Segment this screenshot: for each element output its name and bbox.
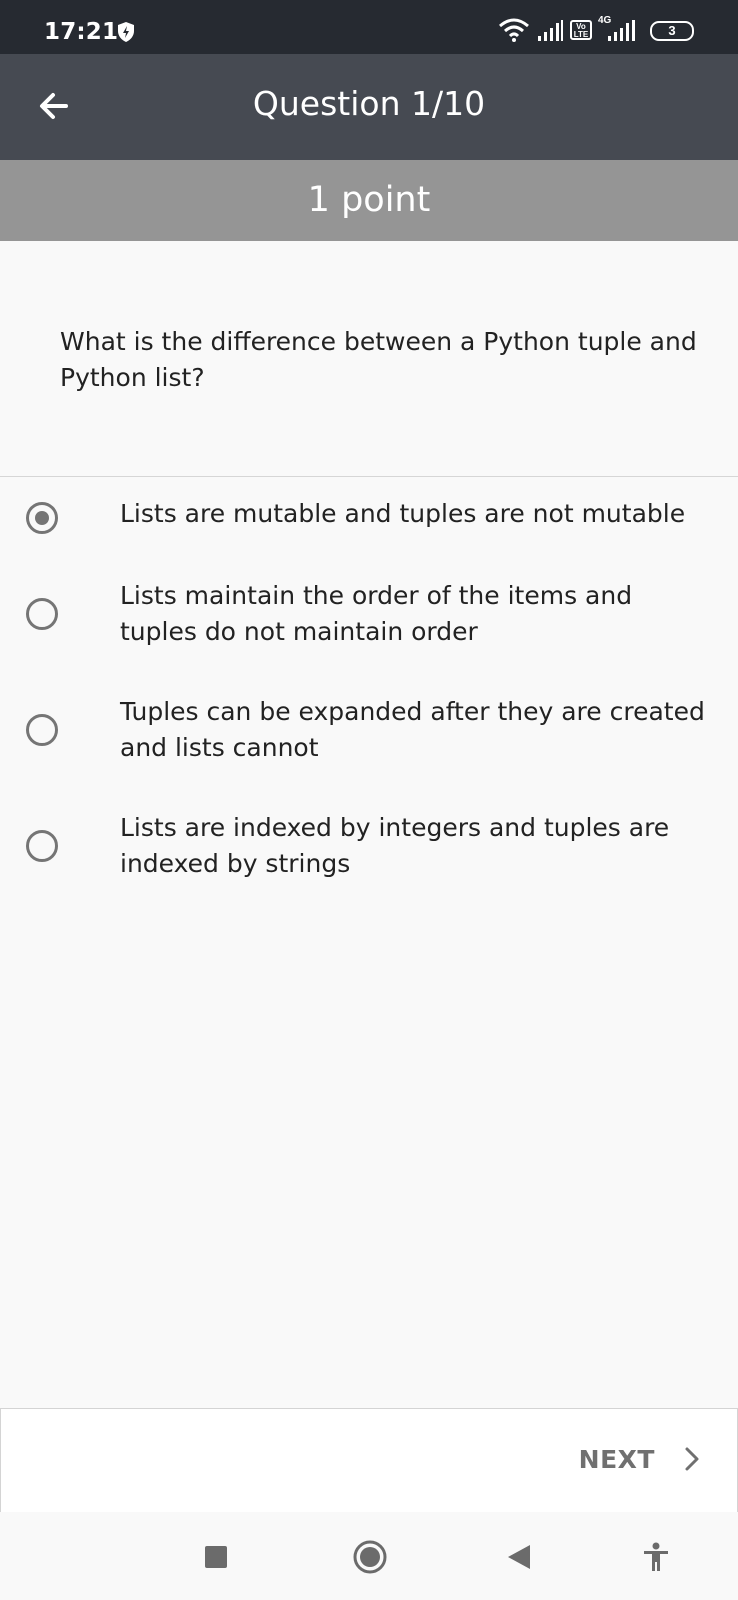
- home-button[interactable]: [352, 1539, 388, 1580]
- answer-option-1[interactable]: Lists are mutable and tuples are not mut…: [0, 496, 738, 546]
- battery-level: 3: [668, 23, 676, 38]
- next-button[interactable]: NEXT: [579, 1439, 701, 1479]
- radio-button-selected[interactable]: [26, 502, 58, 534]
- points-banner: 1 point: [0, 160, 738, 241]
- answer-option-4[interactable]: Lists are indexed by integers and tuples…: [0, 808, 738, 888]
- next-label: NEXT: [578, 1444, 655, 1474]
- app-header: Question 1/10: [0, 54, 738, 160]
- shield-icon: [118, 22, 134, 42]
- answer-option-label: Lists are mutable and tuples are not mut…: [120, 499, 686, 528]
- answer-option-label: Lists maintain the order of the items an…: [120, 581, 633, 646]
- battery-icon: 3: [650, 21, 694, 41]
- page-title: Question 1/10: [252, 84, 486, 123]
- volte-icon: Vo LTE: [570, 20, 592, 40]
- home-circle-icon: [353, 1540, 387, 1574]
- accessibility-button[interactable]: [642, 1542, 670, 1577]
- radio-button[interactable]: [26, 830, 58, 862]
- back-nav-button[interactable]: [506, 1543, 532, 1576]
- answer-option-label: Tuples can be expanded after they are cr…: [120, 697, 705, 762]
- wifi-icon: [499, 18, 529, 42]
- signal-icon: [538, 20, 563, 41]
- signal-4g-icon: 4G: [598, 15, 638, 42]
- status-time: 17:21: [44, 19, 119, 45]
- system-nav-bar: [0, 1512, 738, 1600]
- status-bar: 17:21 Vo LTE 4G 3: [0, 0, 738, 54]
- volte-label: Vo LTE: [573, 22, 589, 39]
- divider: [0, 476, 738, 477]
- answer-option-2[interactable]: Lists maintain the order of the items an…: [0, 576, 738, 656]
- back-triangle-icon: [508, 1545, 530, 1569]
- radio-button[interactable]: [26, 714, 58, 746]
- accessibility-icon: [644, 1542, 668, 1571]
- recents-button[interactable]: [204, 1545, 228, 1574]
- answer-option-label: Lists are indexed by integers and tuples…: [120, 813, 670, 878]
- chevron-right-icon: [685, 1447, 699, 1471]
- points-label: 1 point: [307, 180, 431, 220]
- recents-square-icon: [205, 1546, 227, 1568]
- question-text: What is the difference between a Python …: [60, 327, 697, 392]
- radio-button[interactable]: [26, 598, 58, 630]
- bottom-action-bar: NEXT: [0, 1408, 738, 1513]
- answer-option-3[interactable]: Tuples can be expanded after they are cr…: [0, 692, 738, 772]
